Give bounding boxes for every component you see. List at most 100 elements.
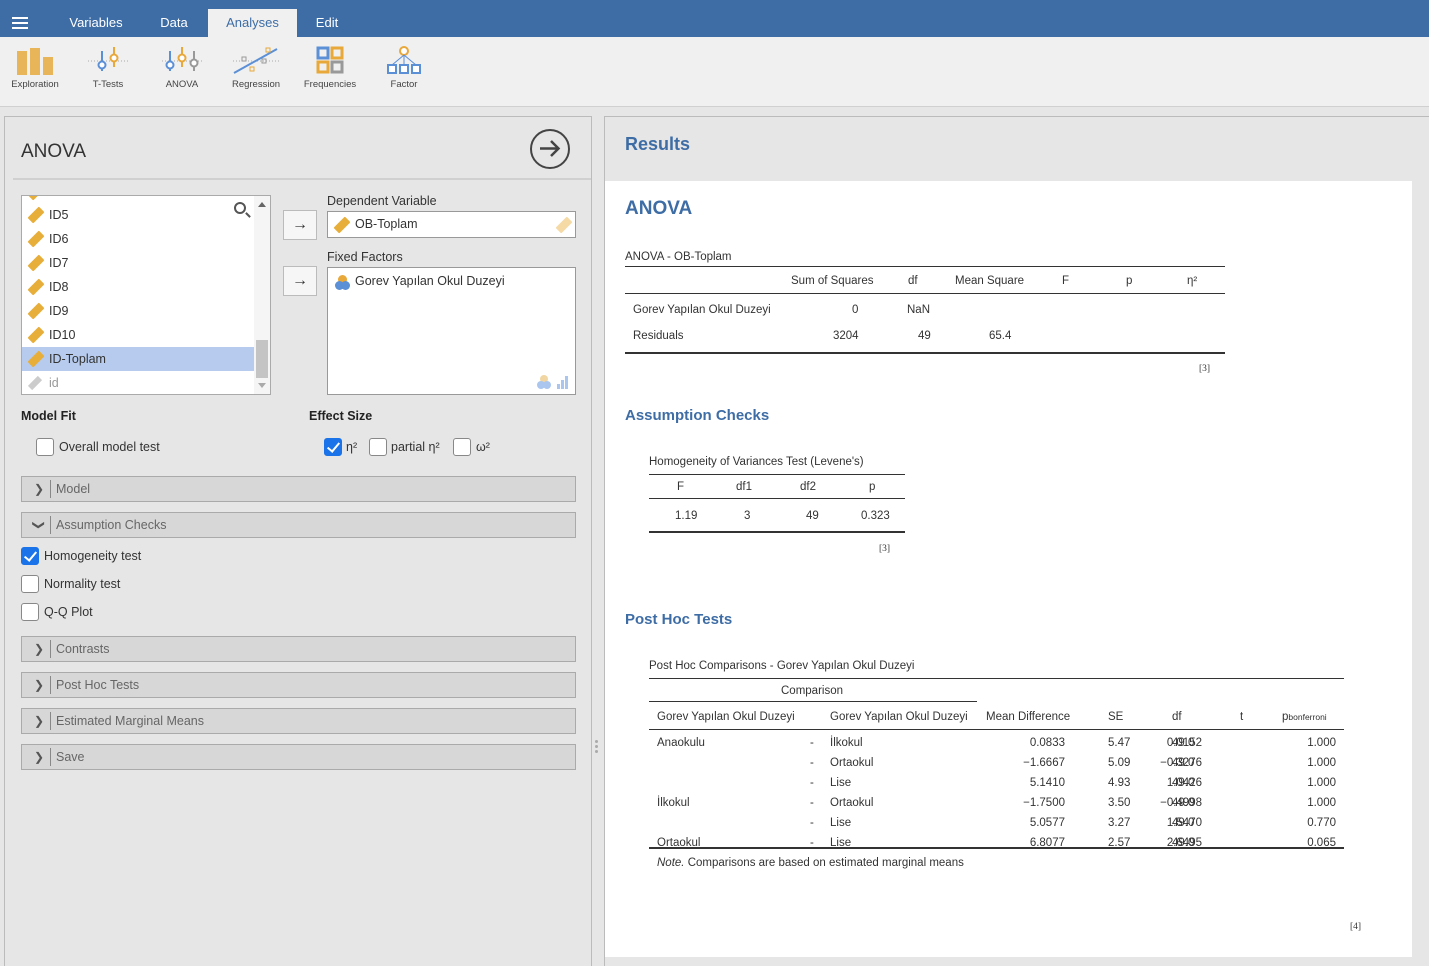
frequencies-button[interactable]: Frequencies <box>295 45 365 90</box>
homogeneity-test-checkbox[interactable] <box>21 547 39 565</box>
column-header: df1 <box>736 481 752 493</box>
normality-test-checkbox[interactable] <box>21 575 39 593</box>
variable-name: ID-Toplam <box>49 352 106 366</box>
dependent-variable-label: Dependent Variable <box>327 194 437 208</box>
column-header: SE <box>1108 711 1124 723</box>
fixed-factor-item[interactable]: Gorev Yapılan Okul Duzeyi <box>328 274 505 290</box>
assumption-checks-section-header[interactable]: ❯ Assumption Checks <box>21 512 576 538</box>
anova-heading: ANOVA <box>625 198 693 219</box>
variable-item-selected[interactable]: ID-Toplam <box>22 347 254 371</box>
column-header: Gorev Yapılan Okul Duzeyi <box>830 711 968 723</box>
exploration-label: Exploration <box>11 79 59 90</box>
table-cell: Lise <box>830 817 852 829</box>
exploration-button[interactable]: Exploration <box>0 45 70 90</box>
scroll-up-icon[interactable] <box>258 202 266 207</box>
estimated-marginal-means-section-header[interactable]: ❯ Estimated Marginal Means <box>21 708 576 734</box>
variable-item[interactable]: ID6 <box>22 227 254 251</box>
column-header: df <box>908 275 918 287</box>
column-header: df2 <box>800 481 816 493</box>
scroll-down-icon[interactable] <box>258 383 266 388</box>
table-cell: −0.4998 <box>1160 797 1202 809</box>
omega-squared-checkbox[interactable] <box>453 438 471 456</box>
column-header: p <box>1126 275 1133 287</box>
variable-list[interactable]: ID5 ID6 ID7 ID8 ID9 ID10 ID-Toplam id <box>21 195 271 395</box>
tab-edit[interactable]: Edit <box>307 9 347 37</box>
model-fit-label: Model Fit <box>21 409 76 423</box>
variable-item[interactable]: ID8 <box>22 275 254 299</box>
fixed-factors-field[interactable]: Gorev Yapılan Okul Duzeyi <box>327 267 576 395</box>
table-cell: NaN <box>907 304 931 316</box>
tab-data[interactable]: Data <box>150 9 198 37</box>
column-header: df <box>1172 711 1182 723</box>
panel-resize-handle[interactable] <box>594 740 600 756</box>
regression-button[interactable]: Regression <box>221 45 291 90</box>
reference-marker[interactable]: [3] <box>879 544 890 554</box>
section-title: Estimated Marginal Means <box>56 714 204 728</box>
fixed-factors-label: Fixed Factors <box>327 250 403 264</box>
move-to-factors-button[interactable]: → <box>283 266 317 296</box>
partial-eta-squared-checkbox[interactable] <box>369 438 387 456</box>
anova-label: ANOVA <box>165 79 199 90</box>
scrollbar-thumb[interactable] <box>256 340 268 378</box>
factor-button[interactable]: Factor <box>369 45 439 90</box>
table-cell: 1.19 <box>675 510 698 522</box>
save-section-header[interactable]: ❯ Save <box>21 744 576 770</box>
variable-item[interactable]: ID9 <box>22 299 254 323</box>
dependent-variable-field[interactable]: OB-Toplam <box>327 211 576 238</box>
table-cell: −0.3276 <box>1160 757 1202 769</box>
move-to-dependent-button[interactable]: → <box>283 210 317 240</box>
qq-plot-checkbox[interactable] <box>21 603 39 621</box>
hamburger-menu-icon[interactable] <box>12 17 28 29</box>
variable-item[interactable]: ID5 <box>22 203 254 227</box>
analysis-options-panel: ANOVA ID5 ID6 ID7 ID8 ID9 ID10 ID-Toplam… <box>4 116 592 966</box>
tab-analyses[interactable]: Analyses <box>208 9 297 37</box>
column-header: η² <box>1187 275 1198 287</box>
variable-name: ID8 <box>49 280 69 294</box>
omega-squared-label: ω² <box>476 440 490 454</box>
table-cell: - <box>810 797 814 809</box>
variable-list-scrollbar[interactable] <box>254 196 270 394</box>
variable-name: ID10 <box>49 328 76 342</box>
group-header: Comparison <box>781 685 843 697</box>
section-title: Contrasts <box>56 642 110 656</box>
tab-variables[interactable]: Variables <box>62 9 130 37</box>
run-analysis-button[interactable] <box>530 129 570 169</box>
table-cell: 65.4 <box>989 330 1012 342</box>
reference-marker[interactable]: [3] <box>1199 364 1210 374</box>
row-label: Gorev Yapılan Okul Duzeyi <box>633 304 771 316</box>
continuous-variable-icon <box>27 326 45 344</box>
table-cell: 1.000 <box>1307 737 1336 749</box>
anova-button[interactable]: ANOVA <box>147 45 217 90</box>
variable-item[interactable]: ID10 <box>22 323 254 347</box>
table-cell: 1.000 <box>1307 797 1336 809</box>
model-section-header[interactable]: ❯ Model <box>21 476 576 502</box>
dependent-variable-value: OB-Toplam <box>355 217 418 231</box>
factor-icon <box>387 46 421 74</box>
t-tests-button[interactable]: T-Tests <box>73 45 143 90</box>
post-hoc-section-header[interactable]: ❯ Post Hoc Tests <box>21 672 576 698</box>
analysis-title: ANOVA <box>21 141 87 162</box>
table-cell: 5.1410 <box>1029 777 1065 789</box>
contrasts-section-header[interactable]: ❯ Contrasts <box>21 636 576 662</box>
continuous-variable-icon <box>27 206 45 224</box>
column-header: Mean Square <box>955 275 1025 287</box>
continuous-variable-icon <box>27 230 45 248</box>
homogeneity-test-label: Homogeneity test <box>44 549 142 563</box>
top-menu-bar: Variables Data Analyses Edit <box>0 0 1429 37</box>
reference-marker[interactable]: [4] <box>1350 922 1361 932</box>
eta-squared-label: η² <box>346 440 358 454</box>
table-cell: 1.000 <box>1307 777 1336 789</box>
chevron-right-icon: ❯ <box>34 714 45 728</box>
overall-model-test-checkbox[interactable] <box>36 438 54 456</box>
search-icon[interactable] <box>234 202 246 214</box>
table-cell: - <box>810 737 814 749</box>
section-title: Assumption Checks <box>56 518 167 532</box>
column-header: Sum of Squares <box>791 275 874 287</box>
variable-item[interactable]: id <box>22 371 254 394</box>
table-cell: 5.47 <box>1108 737 1131 749</box>
ttest-icon <box>88 47 128 71</box>
continuous-variable-icon <box>27 350 45 368</box>
table-cell: 0.770 <box>1307 817 1336 829</box>
variable-item[interactable]: ID7 <box>22 251 254 275</box>
eta-squared-checkbox[interactable] <box>324 438 342 456</box>
